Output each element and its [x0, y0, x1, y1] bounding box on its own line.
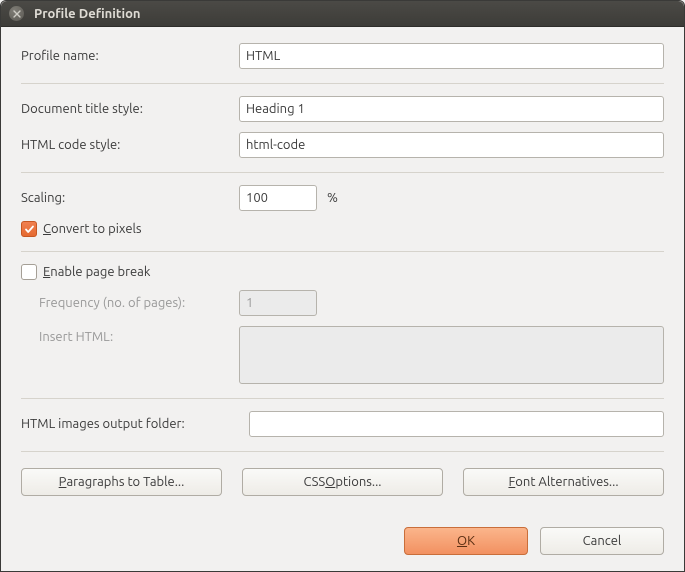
profile-name-input[interactable] — [239, 43, 664, 69]
dialog-window: Profile Definition Profile name: Documen… — [0, 0, 685, 572]
titlebar: Profile Definition — [1, 1, 684, 27]
divider — [21, 83, 664, 84]
divider — [21, 398, 664, 399]
ok-button[interactable]: OK — [404, 527, 528, 555]
paragraphs-to-table-button[interactable]: Paragraphs to Table... — [21, 468, 222, 496]
doc-title-style-label: Document title style: — [21, 102, 239, 116]
profile-name-label: Profile name: — [21, 49, 239, 63]
html-code-style-input[interactable] — [239, 132, 664, 158]
close-icon[interactable] — [9, 6, 24, 21]
divider — [21, 172, 664, 173]
divider — [21, 251, 664, 252]
html-code-style-label: HTML code style: — [21, 138, 239, 152]
dialog-content: Profile name: Document title style: HTML… — [1, 27, 684, 571]
convert-to-pixels-label[interactable]: Convert to pixels — [43, 222, 142, 236]
output-folder-input[interactable] — [249, 411, 664, 437]
dialog-title: Profile Definition — [34, 7, 141, 21]
scaling-input[interactable] — [239, 185, 317, 211]
insert-html-textarea — [239, 326, 664, 384]
insert-html-label: Insert HTML: — [21, 326, 239, 344]
scaling-label: Scaling: — [21, 191, 239, 205]
output-folder-label: HTML images output folder: — [21, 417, 249, 431]
doc-title-style-input[interactable] — [239, 96, 664, 122]
convert-to-pixels-checkbox[interactable] — [21, 221, 37, 237]
frequency-input — [239, 290, 317, 316]
cancel-button[interactable]: Cancel — [540, 527, 664, 555]
enable-page-break-checkbox[interactable] — [21, 264, 37, 280]
scaling-unit: % — [327, 191, 338, 205]
enable-page-break-label[interactable]: Enable page break — [43, 265, 150, 279]
frequency-label: Frequency (no. of pages): — [21, 296, 239, 310]
css-options-button[interactable]: CSS Options... — [242, 468, 443, 496]
divider — [21, 451, 664, 452]
font-alternatives-button[interactable]: Font Alternatives... — [463, 468, 664, 496]
